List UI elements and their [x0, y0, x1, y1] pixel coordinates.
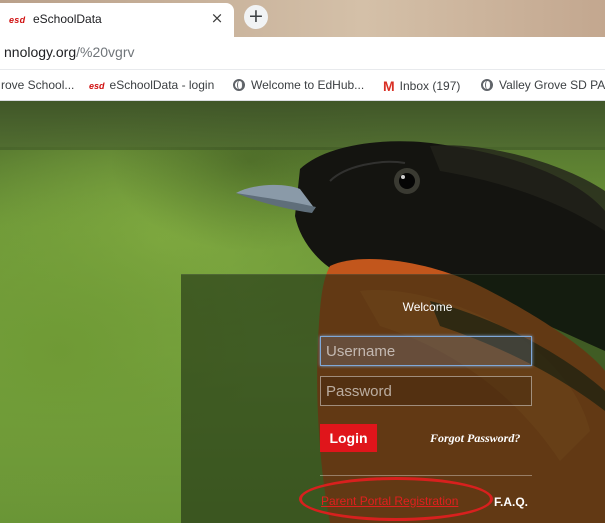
bookmark-label: eSchoolData - login [109, 78, 215, 92]
panel-divider [320, 475, 532, 476]
url-text[interactable]: nnology.org/%20vgrv [4, 44, 135, 60]
password-input[interactable] [320, 376, 532, 406]
close-icon[interactable]: × [208, 9, 226, 27]
login-button[interactable]: Login [320, 424, 377, 452]
bookmark-item[interactable]: Valley Grove SD PA... [481, 78, 605, 92]
tab-strip: esd eSchoolData × + [0, 0, 605, 37]
bookmark-label: Valley Grove SD PA... [499, 78, 605, 92]
bookmark-label: rove School... [1, 78, 75, 92]
bookmark-item[interactable]: M Inbox (197) [383, 78, 460, 94]
url-host: nnology.org [4, 44, 77, 60]
bookmark-item[interactable]: rove School... [1, 78, 74, 92]
browser-tab[interactable]: esd eSchoolData × [0, 3, 234, 37]
bookmark-item[interactable]: esd eSchoolData - login [89, 78, 214, 92]
esd-icon: esd [9, 15, 26, 25]
new-tab-button[interactable]: + [244, 5, 268, 29]
address-bar[interactable]: nnology.org/%20vgrv [0, 37, 605, 70]
page-background: Welcome Login Forgot Password? Parent Po… [0, 101, 605, 523]
bookmarks-bar: rove School... esd eSchoolData - login We… [0, 70, 605, 101]
bookmark-label: Inbox (197) [399, 79, 461, 93]
tab-title: eSchoolData [33, 12, 102, 26]
forgot-password-link[interactable]: Forgot Password? [430, 431, 520, 446]
esd-icon: esd [89, 81, 105, 91]
globe-icon [481, 79, 493, 91]
username-input[interactable] [320, 336, 532, 366]
globe-icon [233, 79, 245, 91]
welcome-text: Welcome [402, 300, 453, 314]
bookmark-item[interactable]: Welcome to EdHub... [233, 78, 364, 92]
bookmark-label: Welcome to EdHub... [251, 78, 365, 92]
url-path: /%20vgrv [76, 44, 135, 60]
faq-link[interactable]: F.A.Q. [494, 495, 528, 509]
gmail-icon: M [383, 78, 395, 94]
annotation-circle [299, 477, 493, 521]
